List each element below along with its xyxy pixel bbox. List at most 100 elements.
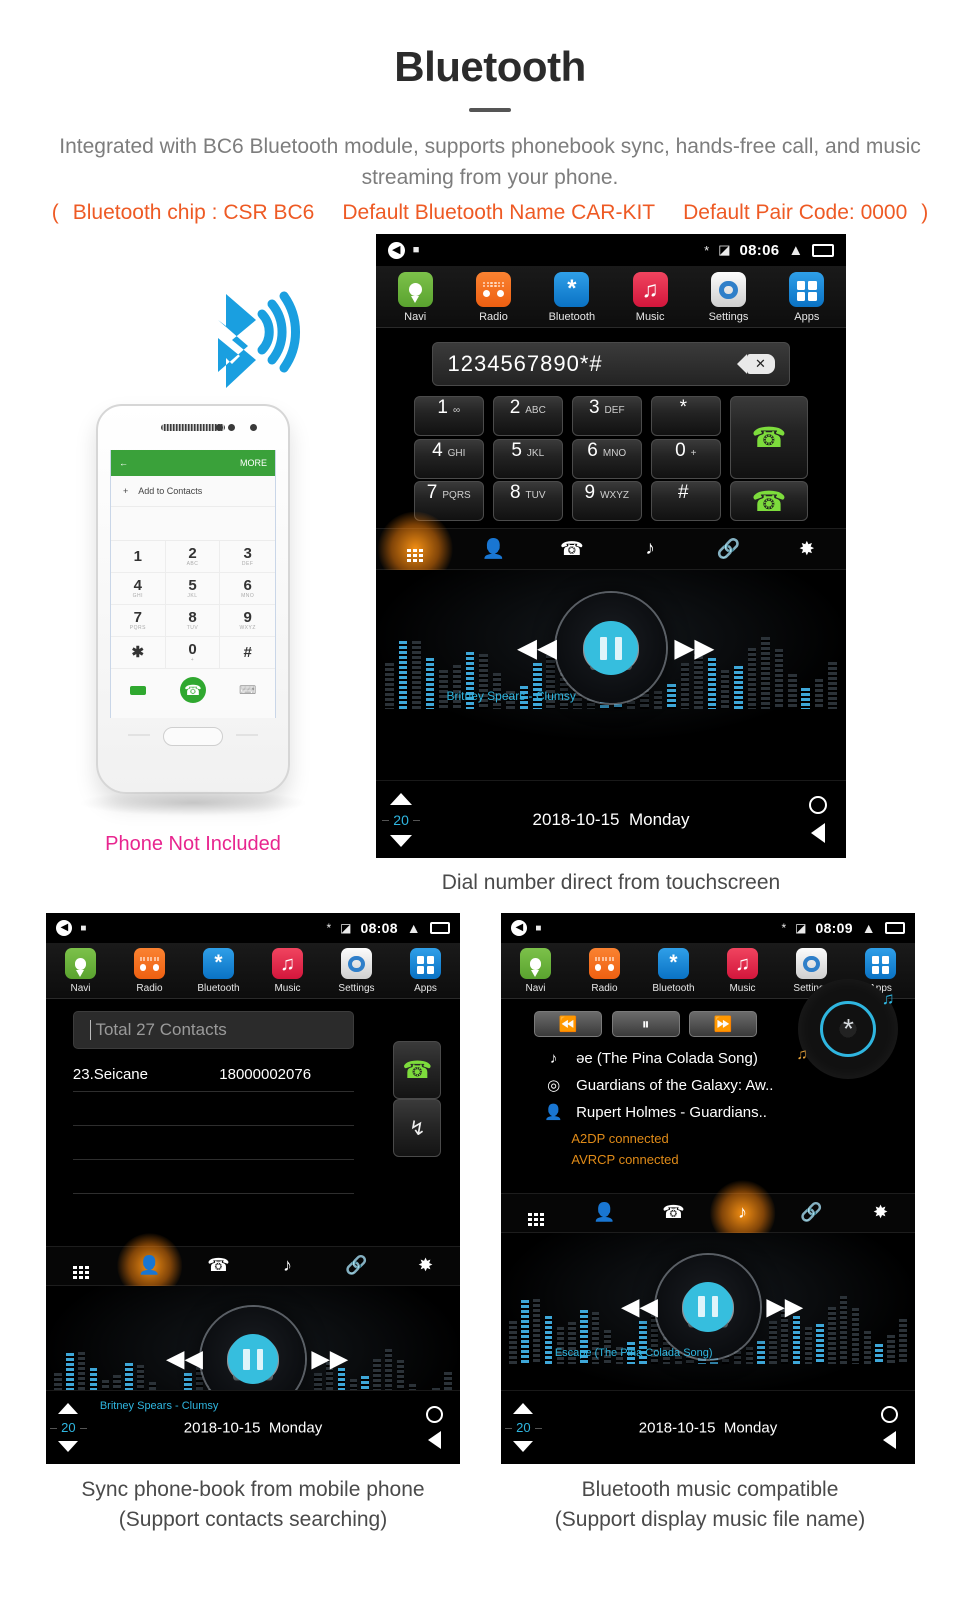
dial-key-5[interactable]: 5 JKL [492, 438, 563, 479]
app-shortcut-radio[interactable]: Radio [454, 272, 532, 323]
app-shortcut-bar[interactable]: Navi Radio * Bluetooth ♫ Music Settings … [376, 266, 846, 328]
recents-icon[interactable] [429, 922, 450, 934]
phone-home-button[interactable] [163, 727, 223, 746]
tab-bt-music[interactable]: ♪ [611, 538, 689, 560]
app-shortcut-bluetooth[interactable]: * Bluetooth [184, 948, 253, 994]
app-shortcut-settings[interactable]: Settings [322, 948, 391, 994]
nav-buttons[interactable] [809, 781, 828, 858]
nav-buttons[interactable] [881, 1391, 899, 1464]
contacts-list[interactable]: 23.Seicane 18000002076 [72, 1058, 355, 1194]
tab-bt-music[interactable]: ♪ [253, 1255, 322, 1276]
nav-buttons[interactable] [426, 1391, 444, 1464]
previous-track-button[interactable]: ◀◀ [517, 633, 557, 664]
tab-settings[interactable]: ✸ [846, 1202, 915, 1223]
tab-bt-music[interactable]: ♪ [708, 1202, 777, 1223]
pause-button[interactable] [683, 1281, 733, 1332]
home-circle-icon[interactable] [881, 1405, 899, 1423]
back-triangle-icon[interactable] [811, 823, 826, 844]
volume-down-triangle-icon[interactable] [390, 834, 413, 847]
tab-settings[interactable]: ✸ [768, 538, 846, 561]
next-track-button[interactable]: ▶▶ [311, 1345, 348, 1374]
tab-call-log[interactable]: ☎ [184, 1255, 253, 1276]
phone-key-2[interactable]: 2 ABC [165, 541, 221, 573]
home-circle-icon[interactable] [426, 1405, 444, 1423]
tab-pairing[interactable]: 🔗 [689, 537, 767, 561]
phone-key-✱[interactable]: ✱ [111, 637, 166, 669]
phone-video-call-icon[interactable] [130, 685, 147, 695]
app-shortcut-navi[interactable]: Navi [376, 272, 454, 323]
dial-key-3[interactable]: 3 DEF [571, 396, 642, 436]
music-widget[interactable]: ◀◀ ▶▶ Britney Spears - Clumsy [376, 570, 846, 740]
dial-key-9[interactable]: 9 WXYZ [571, 481, 642, 522]
phone-key-#[interactable]: # [220, 637, 275, 669]
function-tab-bar[interactable]: 👤 ☎ ♪ 🔗 ✸ [501, 1192, 915, 1233]
dial-key-4[interactable]: 4 GHI [413, 438, 484, 479]
speaker-icon[interactable]: ◀ [56, 920, 73, 936]
dial-key-1[interactable]: 1 ∞ [413, 396, 484, 436]
bt-next-button[interactable]: ⏩ [689, 1011, 758, 1038]
call-answer-icon[interactable]: ☎ [393, 1041, 442, 1099]
table-row[interactable] [72, 1160, 355, 1194]
next-track-button[interactable]: ▶▶ [766, 1292, 803, 1321]
tab-dialpad[interactable] [46, 1253, 115, 1279]
volume-down-triangle-icon[interactable] [513, 1441, 534, 1452]
chevron-up-icon[interactable]: ▲ [788, 242, 803, 259]
head-unit-screen-contacts[interactable]: ◀ ■ * ◪ 08:08 ▲ Navi Radio * Bluetooth ♫… [46, 913, 460, 1464]
phone-back-icon[interactable]: ← [119, 458, 128, 468]
volume-down-triangle-icon[interactable] [58, 1441, 79, 1452]
dial-key-0[interactable]: 0 + [650, 438, 721, 479]
tab-contacts[interactable]: 👤 [454, 537, 532, 561]
next-track-button[interactable]: ▶▶ [674, 633, 714, 664]
phone-add-to-contacts[interactable]: + Add to Contacts [111, 476, 275, 507]
app-shortcut-radio[interactable]: Radio [570, 948, 639, 994]
app-shortcut-music[interactable]: ♫ Music [708, 948, 777, 994]
phone-key-4[interactable]: 4 GHI [111, 573, 166, 605]
tab-pairing[interactable]: 🔗 [777, 1202, 846, 1223]
dial-key-8[interactable]: 8 TUV [492, 481, 563, 522]
dial-key-6[interactable]: 6 MNO [571, 438, 642, 479]
back-triangle-icon[interactable] [428, 1431, 442, 1450]
bottom-nav-bar[interactable]: 20 2018-10-15 Monday [501, 1390, 915, 1464]
phone-keypad[interactable]: 1 2 ABC 3 DEF 4 GHI 5 JKL 6 MNO 7 PQRS 8… [111, 541, 275, 669]
app-shortcut-apps[interactable]: Apps [391, 948, 460, 994]
download-contacts-icon[interactable]: ↯ [393, 1099, 442, 1157]
tab-contacts[interactable]: 👤 [115, 1255, 184, 1276]
phone-key-0[interactable]: 0 + [165, 637, 221, 669]
tab-call-log[interactable]: ☎ [639, 1202, 708, 1223]
function-tab-bar[interactable]: 👤 ☎ ♪ 🔗 ✸ [46, 1245, 460, 1286]
tab-dialpad[interactable] [501, 1200, 570, 1226]
app-shortcut-radio[interactable]: Radio [115, 948, 184, 994]
bt-prev-button[interactable]: ⏪ [534, 1011, 603, 1038]
bottom-nav-bar[interactable]: 20 2018-10-15 Monday [376, 780, 846, 858]
tab-dialpad[interactable] [376, 536, 454, 562]
phone-back-softkey[interactable] [236, 734, 258, 736]
call-answer-icon[interactable]: ☎ [729, 396, 809, 479]
phone-call-button[interactable]: ☎ [179, 677, 206, 703]
app-shortcut-music[interactable]: ♫ Music [253, 948, 322, 994]
chevron-up-icon[interactable]: ▲ [862, 920, 876, 936]
contacts-side-actions[interactable]: ☎ ↯ [393, 1041, 442, 1157]
tab-settings[interactable]: ✸ [391, 1255, 460, 1276]
home-circle-icon[interactable] [809, 795, 828, 814]
tab-contacts[interactable]: 👤 [570, 1202, 639, 1223]
backspace-icon[interactable]: ✕ [746, 354, 775, 374]
phone-keyboard-icon[interactable]: ⌨ [239, 683, 256, 697]
dial-key-*[interactable]: * [650, 396, 721, 436]
dialpad[interactable]: 1 ∞ 2 ABC 3 DEF * ☎ 4 GHI 5 JKL 6 MNO 0 … [413, 396, 809, 522]
app-shortcut-bluetooth[interactable]: * Bluetooth [639, 948, 708, 994]
app-shortcut-navi[interactable]: Navi [46, 948, 115, 994]
recents-icon[interactable] [884, 922, 905, 934]
table-row[interactable] [72, 1126, 355, 1160]
call-end-icon[interactable]: ☎ [729, 481, 809, 522]
phone-key-8[interactable]: 8 TUV [165, 605, 221, 637]
previous-track-button[interactable]: ◀◀ [166, 1345, 203, 1374]
phone-key-3[interactable]: 3 DEF [220, 541, 275, 573]
phone-key-7[interactable]: 7 PQRS [111, 605, 166, 637]
dial-key-2[interactable]: 2 ABC [492, 396, 563, 436]
chevron-up-icon[interactable]: ▲ [407, 920, 421, 936]
app-shortcut-music[interactable]: ♫ Music [611, 272, 689, 323]
recents-icon[interactable] [812, 243, 835, 257]
app-shortcut-apps[interactable]: Apps [768, 272, 846, 323]
music-widget[interactable]: ◀◀ ▶▶ Escape (The Pina Colada Song) [501, 1232, 915, 1393]
volume-up-triangle-icon[interactable] [513, 1403, 534, 1414]
